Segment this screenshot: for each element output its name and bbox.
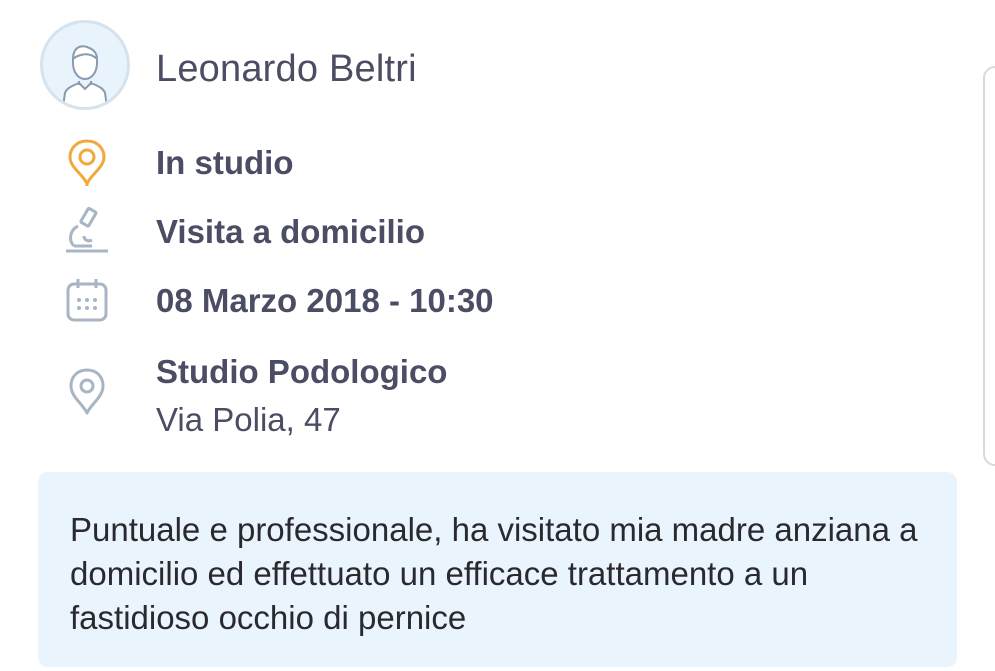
visit-type-label: Visita a domicilio xyxy=(156,213,425,250)
calendar-icon xyxy=(62,276,112,326)
reviewer-name: Leonardo Beltri xyxy=(156,48,417,90)
microscope-icon xyxy=(62,206,112,256)
datetime-label: 08 Marzo 2018 - 10:30 xyxy=(156,282,494,319)
next-card-edge[interactable] xyxy=(983,66,995,466)
pin-icon xyxy=(62,138,112,188)
review-box: Puntuale e professionale, ha visitato mi… xyxy=(38,472,957,667)
avatar xyxy=(40,20,130,110)
review-card: Leonardo Beltri In studio Visita a domic… xyxy=(0,0,995,671)
map-marker-icon xyxy=(62,366,112,416)
user-avatar-icon xyxy=(62,45,108,107)
place-address: Via Polia, 47 xyxy=(156,401,341,438)
review-text: Puntuale e professionale, ha visitato mi… xyxy=(70,511,918,636)
location-type-label: In studio xyxy=(156,144,294,181)
place-name: Studio Podologico xyxy=(156,353,448,390)
